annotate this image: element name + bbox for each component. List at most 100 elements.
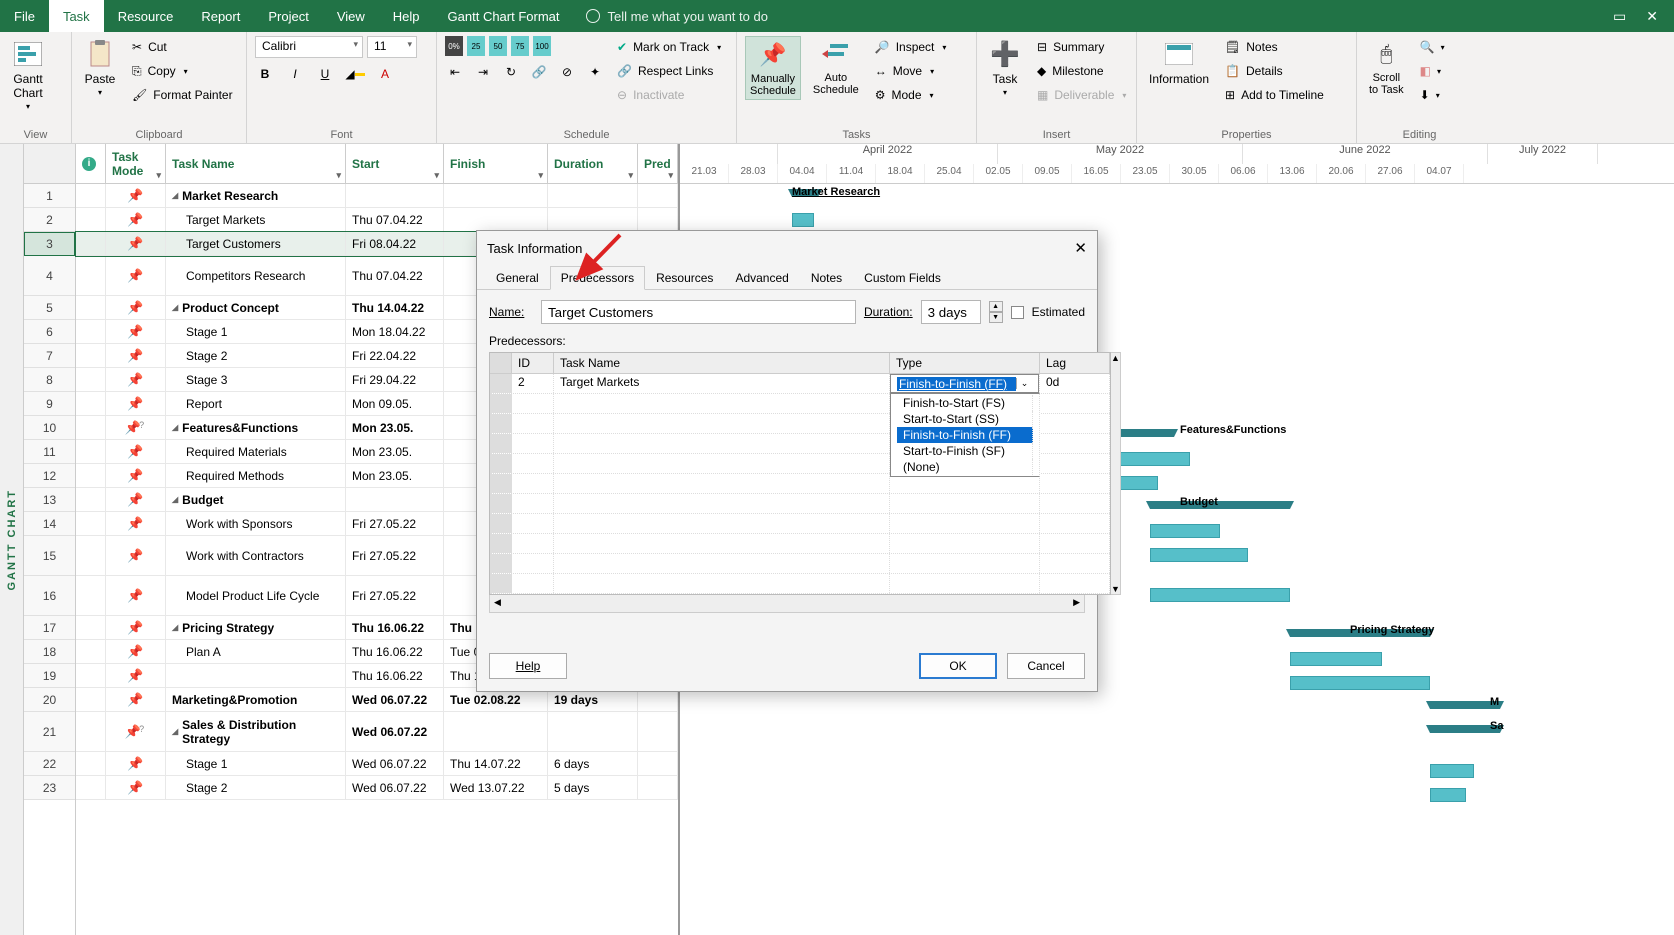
gantt-bar[interactable] bbox=[1430, 764, 1474, 778]
task-name-cell[interactable]: Competitors Research bbox=[166, 256, 346, 295]
dialog-tab-predecessors[interactable]: Predecessors bbox=[550, 266, 645, 290]
manually-schedule-button[interactable]: 📌 Manually Schedule bbox=[745, 36, 801, 100]
start-cell[interactable]: Fri 08.04.22 bbox=[346, 232, 444, 255]
inspect-button[interactable]: 🔎Inspect▾ bbox=[871, 36, 951, 58]
move-button[interactable]: ↔Move▾ bbox=[871, 60, 951, 82]
start-cell[interactable]: Wed 06.07.22 bbox=[346, 752, 444, 775]
gantt-bar[interactable] bbox=[1150, 588, 1290, 602]
duration-up[interactable]: ▲ bbox=[989, 301, 1003, 312]
unlink-button[interactable]: ⊘ bbox=[557, 62, 577, 82]
pct50-button[interactable]: 50 bbox=[489, 36, 507, 56]
dur-cell[interactable]: 6 days bbox=[548, 752, 638, 775]
row-number[interactable]: 8 bbox=[24, 368, 75, 392]
dur-cell[interactable] bbox=[548, 712, 638, 751]
task-name-cell[interactable]: Market Research bbox=[166, 184, 346, 207]
underline-button[interactable]: U bbox=[315, 64, 335, 84]
fill-button[interactable]: ⬇▾ bbox=[1416, 84, 1449, 106]
estimated-checkbox[interactable] bbox=[1011, 306, 1024, 319]
dur-cell[interactable] bbox=[548, 208, 638, 231]
pred-col-name[interactable]: Task Name bbox=[554, 353, 890, 373]
notes-button[interactable]: 🗒Notes bbox=[1221, 36, 1328, 58]
pred-name-cell[interactable]: Target Markets bbox=[554, 374, 890, 393]
row-number[interactable]: 3 bbox=[24, 232, 75, 256]
menu-tab-file[interactable]: File bbox=[0, 0, 49, 32]
pct75-button[interactable]: 75 bbox=[511, 36, 529, 56]
start-cell[interactable] bbox=[346, 184, 444, 207]
task-name-cell[interactable]: Work with Contractors bbox=[166, 536, 346, 575]
duration-down[interactable]: ▼ bbox=[989, 312, 1003, 323]
start-cell[interactable]: Mon 09.05. bbox=[346, 392, 444, 415]
pred-cell[interactable] bbox=[638, 184, 678, 207]
task-name-cell[interactable]: Product Concept bbox=[166, 296, 346, 319]
finish-cell[interactable] bbox=[444, 208, 548, 231]
task-name-cell[interactable]: Required Materials bbox=[166, 440, 346, 463]
menu-tab-resource[interactable]: Resource bbox=[104, 0, 188, 32]
pct25-button[interactable]: 25 bbox=[467, 36, 485, 56]
respect-links-button[interactable]: 🔗Respect Links bbox=[613, 60, 725, 82]
row-number[interactable]: 2 bbox=[24, 208, 75, 232]
row-number[interactable]: 20 bbox=[24, 688, 75, 712]
pred-cell[interactable] bbox=[638, 712, 678, 751]
mark-on-track-button[interactable]: ✔Mark on Track▾ bbox=[613, 36, 725, 58]
name-input[interactable] bbox=[541, 300, 856, 324]
start-cell[interactable]: Wed 06.07.22 bbox=[346, 712, 444, 751]
menu-tab-task[interactable]: Task bbox=[49, 0, 104, 32]
row-number[interactable]: 14 bbox=[24, 512, 75, 536]
paste-button[interactable]: Paste ▾ bbox=[80, 36, 120, 99]
row-number[interactable]: 5 bbox=[24, 296, 75, 320]
pred-lag-cell[interactable]: 0d bbox=[1040, 374, 1110, 393]
cancel-button[interactable]: Cancel bbox=[1007, 653, 1085, 679]
dur-cell[interactable]: 5 days bbox=[548, 776, 638, 799]
duration-input[interactable] bbox=[921, 300, 981, 324]
row-number[interactable]: 19 bbox=[24, 664, 75, 688]
finish-cell[interactable]: Thu 14.07.22 bbox=[444, 752, 548, 775]
start-cell[interactable]: Thu 16.06.22 bbox=[346, 640, 444, 663]
dialog-tab-resources[interactable]: Resources bbox=[645, 266, 724, 290]
row-number[interactable]: 15 bbox=[24, 536, 75, 576]
table-row[interactable]: 📌Stage 1Wed 06.07.22Thu 14.07.226 days bbox=[76, 752, 678, 776]
col-pred[interactable]: Pred bbox=[638, 144, 678, 183]
start-cell[interactable]: Fri 27.05.22 bbox=[346, 576, 444, 615]
start-cell[interactable]: Mon 23.05. bbox=[346, 440, 444, 463]
start-cell[interactable]: Fri 22.04.22 bbox=[346, 344, 444, 367]
dialog-close-button[interactable]: ✕ bbox=[1074, 239, 1087, 257]
dur-cell[interactable] bbox=[548, 184, 638, 207]
auto-schedule-button[interactable]: Auto Schedule bbox=[809, 36, 863, 98]
start-cell[interactable]: Wed 06.07.22 bbox=[346, 776, 444, 799]
gantt-chart-button[interactable]: Gantt Chart ▾ bbox=[8, 36, 48, 113]
add-timeline-button[interactable]: ⊞Add to Timeline bbox=[1221, 84, 1328, 106]
col-task-name[interactable]: Task Name bbox=[166, 144, 346, 183]
task-name-cell[interactable]: Stage 2 bbox=[166, 776, 346, 799]
cut-button[interactable]: ✂Cut bbox=[128, 36, 237, 58]
pred-cell[interactable] bbox=[638, 776, 678, 799]
link-button[interactable]: 🔗 bbox=[529, 62, 549, 82]
start-cell[interactable]: Mon 23.05. bbox=[346, 464, 444, 487]
start-cell[interactable]: Fri 27.05.22 bbox=[346, 512, 444, 535]
gantt-bar[interactable] bbox=[1120, 452, 1190, 466]
pred-col-lag[interactable]: Lag bbox=[1040, 353, 1110, 373]
mode-button[interactable]: ⚙Mode▾ bbox=[871, 84, 951, 106]
find-button[interactable]: 🔍▾ bbox=[1416, 36, 1449, 58]
col-duration[interactable]: Duration bbox=[548, 144, 638, 183]
split-button[interactable]: ✦ bbox=[585, 62, 605, 82]
gantt-bar[interactable] bbox=[1430, 788, 1466, 802]
table-row[interactable]: 📌Market Research bbox=[76, 184, 678, 208]
gantt-bar[interactable] bbox=[1120, 476, 1158, 490]
start-cell[interactable]: Thu 16.06.22 bbox=[346, 664, 444, 687]
scroll-down[interactable]: ▼ bbox=[1111, 584, 1120, 594]
pred-cell[interactable] bbox=[638, 208, 678, 231]
scroll-up[interactable]: ▲ bbox=[1111, 353, 1120, 363]
gantt-bar[interactable] bbox=[1150, 548, 1248, 562]
gantt-bar[interactable] bbox=[1150, 524, 1220, 538]
col-mode[interactable]: Task Mode bbox=[106, 144, 166, 183]
task-name-cell[interactable]: Target Markets bbox=[166, 208, 346, 231]
finish-cell[interactable]: Wed 13.07.22 bbox=[444, 776, 548, 799]
format-painter-button[interactable]: 🖌Format Painter bbox=[128, 84, 237, 106]
col-info[interactable]: i bbox=[76, 144, 106, 183]
pred-id-cell[interactable]: 2 bbox=[512, 374, 554, 393]
task-name-cell[interactable]: Stage 1 bbox=[166, 752, 346, 775]
start-cell[interactable]: Mon 18.04.22 bbox=[346, 320, 444, 343]
table-row[interactable]: 📌Sales & Distribution StrategyWed 06.07.… bbox=[76, 712, 678, 752]
col-start[interactable]: Start bbox=[346, 144, 444, 183]
type-option[interactable]: Start-to-Finish (SF) bbox=[897, 443, 1033, 459]
